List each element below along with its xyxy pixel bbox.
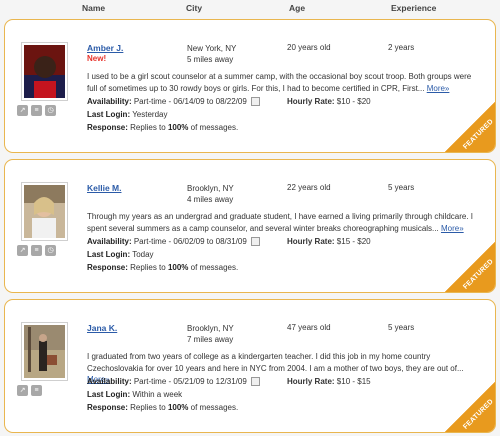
availability-row: Availability: Part-time - 06/02/09 to 08… [87, 237, 261, 247]
caregiver-name-link[interactable]: Jana K. [87, 323, 117, 333]
availability-label: Availability: [87, 377, 132, 386]
notes-icon[interactable]: ≡ [31, 105, 42, 116]
share-icon[interactable]: ↗ [17, 245, 28, 256]
description: I used to be a girl scout counselor at a… [87, 71, 477, 94]
last-login-row: Last Login: Today [87, 250, 154, 259]
action-icons: ↗ ≡ ◷ [17, 105, 59, 116]
response-row: Response: Replies to 100% of messages. [87, 403, 238, 412]
distance: 5 miles away [187, 55, 234, 64]
response-row: Response: Replies to 100% of messages. [87, 263, 238, 272]
caregiver-photo[interactable] [21, 182, 68, 241]
experience: 5 years [388, 323, 415, 332]
response-prefix: Replies to [130, 403, 168, 412]
rate-value: $10 - $20 [336, 97, 371, 106]
column-experience[interactable]: Experience [391, 3, 436, 13]
availability-row: Availability: Part-time - 05/21/09 to 12… [87, 377, 261, 387]
featured-ribbon: FEATURED [445, 242, 495, 292]
response-row: Response: Replies to 100% of messages. [87, 123, 238, 132]
experience: 2 years [388, 43, 415, 52]
response-pct: 100% [167, 263, 189, 272]
last-login-label: Last Login: [87, 250, 131, 259]
response-suffix: of messages. [188, 123, 239, 132]
last-login-label: Last Login: [87, 110, 131, 119]
rate-label: Hourly Rate: [287, 377, 335, 386]
column-header: Name City Age Experience [0, 0, 500, 16]
hourly-rate: Hourly Rate: $15 - $20 [287, 237, 371, 246]
share-icon[interactable]: ↗ [17, 105, 28, 116]
age: 47 years old [287, 323, 331, 332]
caregiver-photo[interactable] [21, 42, 68, 101]
last-login-row: Last Login: Within a week [87, 390, 182, 399]
last-login-value: Today [132, 250, 154, 259]
city: New York, NY 5 miles away [187, 43, 236, 65]
city-name: Brooklyn, NY [187, 324, 234, 333]
featured-label: FEATURED [462, 258, 495, 291]
availability-value: Part-time - 06/02/09 to 08/31/09 [133, 237, 247, 246]
featured-label: FEATURED [462, 398, 495, 431]
last-login-label: Last Login: [87, 390, 131, 399]
caregiver-photo[interactable] [21, 322, 68, 381]
response-pct: 100% [167, 403, 189, 412]
availability-value: Part-time - 05/21/09 to 12/31/09 [133, 377, 247, 386]
city: Brooklyn, NY 7 miles away [187, 323, 234, 345]
calendar-icon[interactable] [251, 377, 261, 387]
availability-label: Availability: [87, 237, 132, 246]
last-login-row: Last Login: Yesterday [87, 110, 167, 119]
calendar-icon[interactable] [251, 237, 261, 247]
listing-card: ↗ ≡ ◷ Kellie M. Brooklyn, NY 4 miles away … [4, 159, 496, 293]
share-icon[interactable]: ↗ [17, 385, 28, 396]
featured-ribbon: FEATURED [445, 382, 495, 432]
description-text: Through my years as an undergrad and gra… [87, 212, 473, 233]
caregiver-name-link[interactable]: Kellie M. [87, 183, 121, 193]
response-prefix: Replies to [130, 123, 168, 132]
new-badge: New! [87, 54, 107, 63]
description-text: I used to be a girl scout counselor at a… [87, 72, 472, 93]
action-icons: ↗ ≡ [17, 385, 45, 396]
city-name: New York, NY [187, 44, 237, 53]
clock-icon[interactable]: ◷ [45, 105, 56, 116]
last-login-value: Within a week [132, 390, 183, 399]
availability-value: Part-time - 06/14/09 to 08/22/09 [133, 97, 247, 106]
city: Brooklyn, NY 4 miles away [187, 183, 234, 205]
age: 22 years old [287, 183, 331, 192]
action-icons: ↗ ≡ ◷ [17, 245, 59, 256]
response-label: Response: [87, 403, 128, 412]
age: 20 years old [287, 43, 331, 52]
description: Through my years as an undergrad and gra… [87, 211, 477, 234]
featured-label: FEATURED [462, 118, 495, 151]
city-name: Brooklyn, NY [187, 184, 234, 193]
response-label: Response: [87, 263, 128, 272]
response-suffix: of messages. [188, 263, 239, 272]
listing-card: ↗ ≡ ◷ Amber J. New! New York, NY 5 miles a… [4, 19, 496, 153]
description-text: I graduated from two years of college as… [87, 352, 464, 373]
availability-label: Availability: [87, 97, 132, 106]
last-login-value: Yesterday [132, 110, 168, 119]
rate-value: $15 - $20 [336, 237, 371, 246]
listing-card: ↗ ≡ Jana K. Brooklyn, NY 7 miles away 47 … [4, 299, 496, 433]
column-name[interactable]: Name [82, 3, 105, 13]
rate-label: Hourly Rate: [287, 97, 335, 106]
featured-ribbon: FEATURED [445, 102, 495, 152]
column-city[interactable]: City [186, 3, 202, 13]
hourly-rate: Hourly Rate: $10 - $20 [287, 97, 371, 106]
response-label: Response: [87, 123, 128, 132]
rate-value: $10 - $15 [336, 377, 371, 386]
experience: 5 years [388, 183, 415, 192]
distance: 4 miles away [187, 195, 234, 204]
more-link[interactable]: More» [441, 224, 464, 233]
caregiver-name-link[interactable]: Amber J. [87, 43, 123, 53]
notes-icon[interactable]: ≡ [31, 245, 42, 256]
rate-label: Hourly Rate: [287, 237, 335, 246]
column-age[interactable]: Age [289, 3, 305, 13]
response-pct: 100% [167, 123, 189, 132]
response-suffix: of messages. [188, 403, 239, 412]
clock-icon[interactable]: ◷ [45, 245, 56, 256]
response-prefix: Replies to [130, 263, 168, 272]
distance: 7 miles away [187, 335, 234, 344]
notes-icon[interactable]: ≡ [31, 385, 42, 396]
more-link[interactable]: More» [427, 84, 450, 93]
availability-row: Availability: Part-time - 06/14/09 to 08… [87, 97, 261, 107]
calendar-icon[interactable] [251, 97, 261, 107]
hourly-rate: Hourly Rate: $10 - $15 [287, 377, 371, 386]
